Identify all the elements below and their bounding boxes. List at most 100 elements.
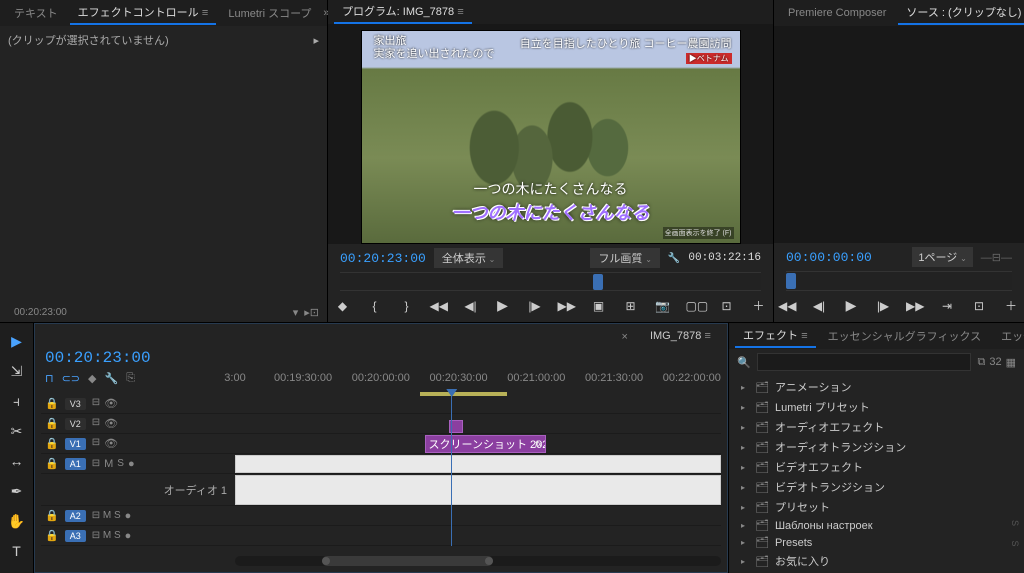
fx-folder-audio-transitions[interactable]: ▸🗂オーディオトランジション — [729, 437, 1024, 457]
fx-folder-video-transitions[interactable]: ▸🗂ビデオトランジション — [729, 477, 1024, 497]
source-scrub-handle[interactable] — [786, 273, 796, 289]
step-forward-button[interactable]: |▶ — [526, 299, 544, 313]
fx-folder-templates-ru[interactable]: ▸🗂Шаблоны настроек — [729, 517, 1024, 534]
src-play-button[interactable]: ▶ — [842, 297, 860, 314]
lift-button[interactable]: ▣ — [590, 299, 608, 313]
effects-search-input[interactable] — [757, 353, 972, 371]
badge-32bit-icon[interactable]: 32 — [989, 356, 1001, 369]
selection-tool[interactable]: ▶ — [7, 331, 27, 351]
button-editor-plus[interactable]: ＋ — [750, 297, 768, 314]
audio-meter-placeholder: S S — [1010, 520, 1020, 553]
tab-effects[interactable]: エフェクト ≡ — [735, 324, 816, 348]
timeline-zoom-bar[interactable] — [235, 556, 721, 566]
razor-tool[interactable]: ✂ — [7, 421, 27, 441]
badge-yuv-icon[interactable]: ▦ — [1006, 356, 1016, 369]
timeline-settings-icon[interactable]: 🔧 — [105, 372, 119, 385]
pen-tool[interactable]: ✒ — [7, 481, 27, 501]
wrench-icon[interactable]: ▸⊡ — [304, 306, 319, 319]
track-head-a1[interactable]: 🔒A1⊟ M S ● — [41, 454, 235, 474]
time-ruler[interactable]: 3:00 00:19:30:00 00:20:00:00 00:20:30:00… — [235, 372, 721, 390]
fx-folder-animation[interactable]: ▸🗂アニメーション — [729, 377, 1024, 397]
src-go-out-button[interactable]: ▶▶ — [906, 299, 924, 313]
chevron-right-icon: ▸ — [313, 34, 319, 47]
track-head-v1[interactable]: 🔒V1⊟ 👁 — [41, 434, 235, 454]
tab-lumetri-scopes[interactable]: Lumetri スコープ — [220, 2, 319, 24]
safe-margins-button[interactable]: ⊡ — [718, 299, 736, 313]
mark-out-button[interactable]: } — [398, 299, 416, 313]
tab-source-noclip[interactable]: ソース : (クリップなし) ≡ — [898, 1, 1024, 25]
fx-folder-lumetri[interactable]: ▸🗂Lumetri プリセット — [729, 397, 1024, 417]
track-head-a3[interactable]: 🔒A3⊟ M S ● — [41, 526, 235, 546]
track-select-tool[interactable]: ⇲ — [7, 361, 27, 381]
track-lanes[interactable]: スクリーンショット 2024-08-...fx — [235, 394, 721, 546]
slip-tool[interactable]: ↔ — [7, 451, 27, 471]
mark-in-button[interactable]: { — [366, 299, 384, 313]
src-step-fwd-button[interactable]: |▶ — [874, 299, 892, 313]
fx-folder-favorites[interactable]: ▸🗂お気に入り — [729, 551, 1024, 571]
sequence-tab[interactable]: IMG_7878 ≡ — [644, 328, 717, 345]
filter-icon[interactable]: ▾ — [293, 306, 299, 319]
hand-tool[interactable]: ✋ — [7, 511, 27, 531]
export-frame-button[interactable]: 📷 — [654, 299, 672, 313]
settings-wrench-icon[interactable]: 🔧 — [668, 253, 680, 264]
add-marker-button[interactable]: ◆ — [334, 299, 352, 313]
timeline-timecode[interactable]: 00:20:23:00 — [35, 345, 727, 367]
tab-effect-controls[interactable]: エフェクトコントロール ≡ — [70, 1, 217, 25]
extract-button[interactable]: ⊞ — [622, 299, 640, 313]
program-transport: ◆ { } ◀◀ ◀| ▶ |▶ ▶▶ ▣ ⊞ 📷 ▢▢ ⊡ ＋ — [328, 291, 773, 322]
snap-icon[interactable]: ⊓ — [45, 372, 54, 385]
go-to-in-button[interactable]: ◀◀ — [430, 299, 448, 313]
source-scrub-bar[interactable] — [786, 271, 1012, 291]
fx-folder-video-effects[interactable]: ▸🗂ビデオエフェクト — [729, 457, 1024, 477]
close-seq-icon[interactable]: × — [622, 331, 628, 343]
tab-essential-graphics[interactable]: エッセンシャルグラフィックス — [820, 325, 989, 347]
ripple-edit-tool[interactable]: ⫞ — [7, 391, 27, 411]
fx-folder-audio-effects[interactable]: ▸🗂オーディオエフェクト — [729, 417, 1024, 437]
track-head-v2[interactable]: 🔒V2⊟ 👁 — [41, 414, 235, 434]
program-current-timecode[interactable]: 00:20:23:00 — [340, 251, 426, 266]
no-clip-row[interactable]: (クリップが選択されていません) ▸ — [8, 32, 319, 48]
track-head-v3[interactable]: 🔒V3⊟ 👁 — [41, 394, 235, 414]
program-scrub-handle[interactable] — [593, 274, 603, 290]
src-insert-button[interactable]: ⇥ — [938, 299, 956, 313]
play-button[interactable]: ▶ — [494, 297, 512, 314]
playhead[interactable] — [451, 394, 452, 546]
clip-a1-audio[interactable] — [235, 455, 721, 473]
src-plus-button[interactable]: ＋ — [1002, 297, 1020, 314]
add-marker-icon[interactable]: ◆ — [88, 372, 96, 385]
step-back-button[interactable]: ◀| — [462, 299, 480, 313]
effect-controls-panel: テキスト エフェクトコントロール ≡ Lumetri スコープ » (クリップが… — [0, 0, 328, 322]
src-go-in-button[interactable]: ◀◀ — [778, 299, 796, 313]
panel-menu-icon[interactable]: ≡ — [202, 8, 209, 20]
go-to-out-button[interactable]: ▶▶ — [558, 299, 576, 313]
effect-controls-tabs: テキスト エフェクトコントロール ≡ Lumetri スコープ » — [0, 0, 327, 26]
fx-folder-presets[interactable]: ▸🗂プリセット — [729, 497, 1024, 517]
source-page-dropdown[interactable]: 1ページ ⌄ — [912, 247, 972, 267]
timeline-toolbar: ⊓ ⊂⊃ ◆ 🔧 ⎘ — [41, 372, 135, 385]
badge-accelerated-icon[interactable]: ⧉ — [977, 356, 985, 369]
src-overwrite-button[interactable]: ⊡ — [970, 299, 988, 313]
tab-text[interactable]: テキスト — [6, 2, 66, 24]
source-timecode[interactable]: 00:00:00:00 — [786, 250, 872, 265]
track-head-audio1[interactable]: オーディオ 1 — [41, 474, 235, 506]
timeline-display-icon[interactable]: ⎘ — [126, 372, 135, 385]
comparison-button[interactable]: ▢▢ — [686, 299, 704, 313]
type-tool[interactable]: T — [7, 541, 27, 561]
track-head-a2[interactable]: 🔒A2⊟ M S ● — [41, 506, 235, 526]
linked-selection-icon[interactable]: ⊂⊃ — [62, 372, 80, 385]
tab-overflow[interactable]: エッセ — [993, 325, 1024, 347]
clip-v1-screenshot[interactable]: スクリーンショット 2024-08-...fx — [425, 435, 547, 453]
src-step-back-button[interactable]: ◀| — [810, 299, 828, 313]
clip-audio1-audio[interactable] — [235, 475, 721, 505]
tab-program[interactable]: プログラム: IMG_7878 ≡ — [334, 0, 472, 24]
source-monitor[interactable] — [774, 26, 1024, 243]
timeline-zoom-thumb[interactable] — [322, 556, 492, 566]
program-scrub-bar[interactable] — [340, 272, 761, 291]
quality-dropdown[interactable]: フル画質 ⌄ — [590, 248, 659, 268]
fx-folder-presets-en[interactable]: ▸🗂Presets — [729, 534, 1024, 551]
effects-panel: エフェクト ≡ エッセンシャルグラフィックス エッセ » 🔍 ⧉ 32 ▦ ▸🗂… — [728, 323, 1024, 573]
zoom-fit-dropdown[interactable]: 全体表示 ⌄ — [434, 248, 503, 268]
program-monitor[interactable]: 家出旅 実家を追い出されたので 自立を目指したひとり旅 コーヒー農園訪問 ▶ベト… — [361, 30, 741, 244]
effect-controls-timecode[interactable]: 00:20:23:00 — [8, 305, 73, 320]
tab-premiere-composer[interactable]: Premiere Composer — [780, 4, 894, 22]
